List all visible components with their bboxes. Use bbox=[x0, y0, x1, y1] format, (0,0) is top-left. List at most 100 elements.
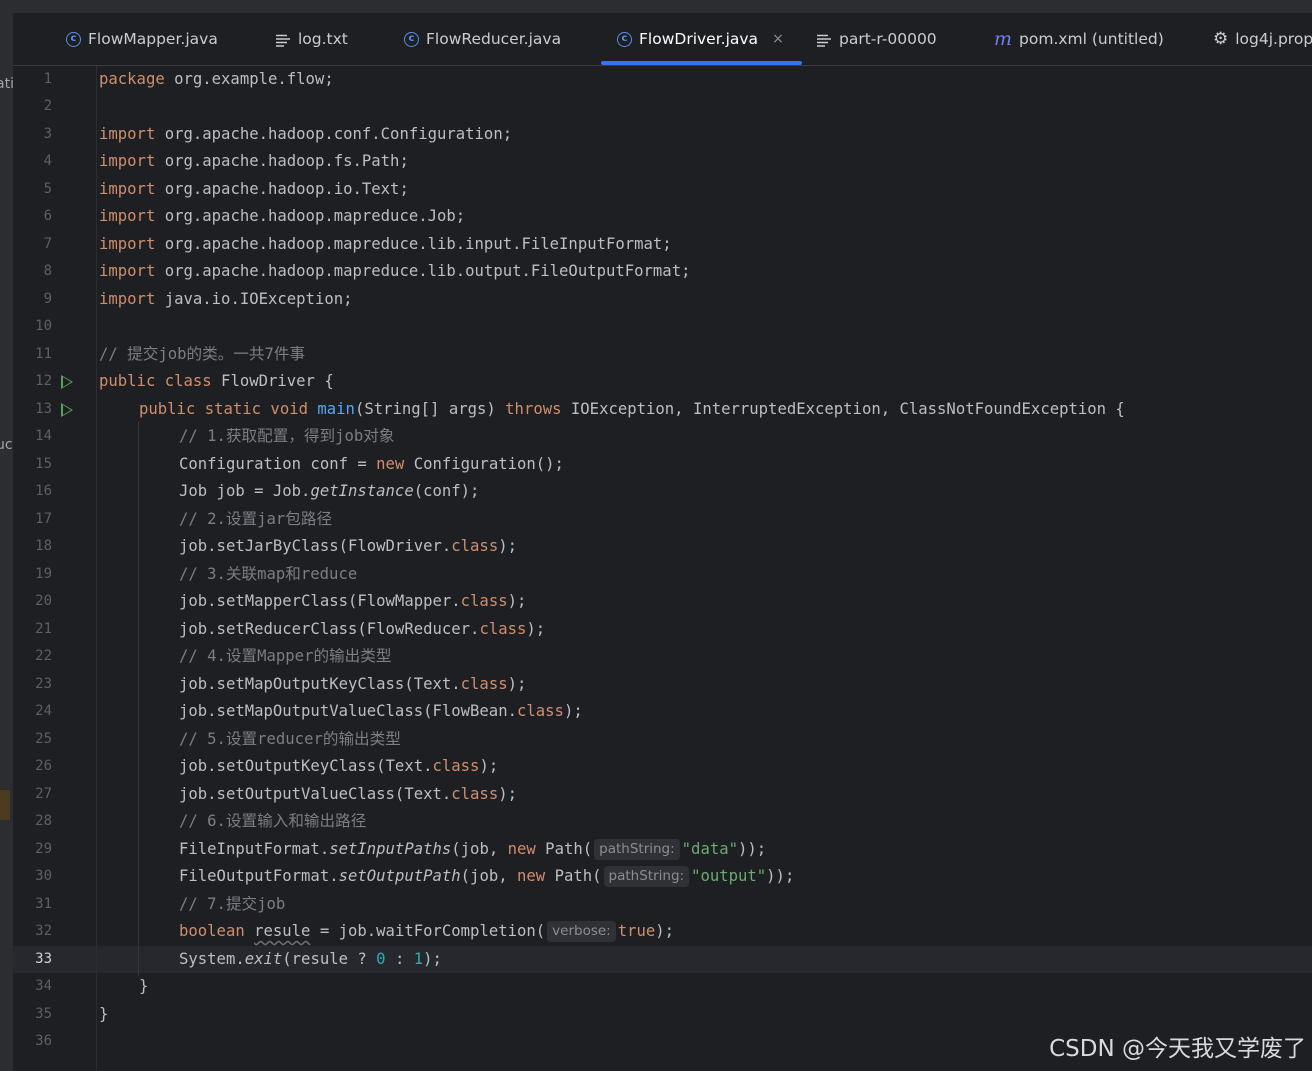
code-line-21: job.setReducerClass(FlowReducer.class); bbox=[179, 620, 546, 638]
code-line-22-comment: // 4.设置Mapper的输出类型 bbox=[179, 647, 392, 665]
tab-part-r-00000[interactable]: part-r-00000 bbox=[816, 13, 937, 65]
code-line-5: import org.apache.hadoop.io.Text; bbox=[99, 180, 409, 198]
line-number: 34 bbox=[35, 978, 52, 994]
line-number: 20 bbox=[35, 593, 52, 609]
tab-label: log.txt bbox=[298, 30, 348, 48]
line-number: 14 bbox=[35, 428, 52, 444]
line-number: 10 bbox=[35, 318, 52, 334]
line-number: 25 bbox=[35, 731, 52, 747]
code-line-6: import org.apache.hadoop.mapreduce.Job; bbox=[99, 207, 466, 225]
text-file-icon bbox=[816, 33, 832, 47]
panel-fragment-1: ati bbox=[0, 76, 13, 92]
tab-flowmapper[interactable]: c FlowMapper.java bbox=[66, 13, 218, 65]
tab-label: log4j.prop bbox=[1235, 30, 1312, 48]
code-line-32: boolean resule = job.waitForCompletion(v… bbox=[179, 921, 675, 942]
line-number: 30 bbox=[35, 868, 52, 884]
line-number: 6 bbox=[43, 208, 52, 224]
current-line-number: 33 bbox=[35, 951, 52, 967]
tab-log4j[interactable]: ⚙ log4j.prop bbox=[1213, 13, 1312, 65]
code-line-7: import org.apache.hadoop.mapreduce.lib.i… bbox=[99, 235, 672, 253]
project-panel-edge: ati uc bbox=[0, 13, 13, 1071]
run-class-icon[interactable] bbox=[61, 375, 73, 389]
gutter-separator bbox=[96, 66, 97, 1071]
line-number: 7 bbox=[43, 236, 52, 252]
code-line-14-comment: // 1.获取配置，得到job对象 bbox=[179, 427, 395, 445]
line-number: 21 bbox=[35, 621, 52, 637]
tab-flowreducer[interactable]: c FlowReducer.java bbox=[404, 13, 561, 65]
line-number: 2 bbox=[43, 98, 52, 114]
line-number: 29 bbox=[35, 841, 52, 857]
csdn-watermark: CSDN @今天我又学废了 bbox=[1049, 1036, 1306, 1062]
code-line-26: job.setOutputKeyClass(Text.class); bbox=[179, 757, 499, 775]
line-number: 36 bbox=[35, 1033, 52, 1049]
parameter-hint: verbose: bbox=[547, 921, 616, 942]
line-number: 23 bbox=[35, 676, 52, 692]
code-line-29: FileInputFormat.setInputPaths(job, new P… bbox=[179, 839, 767, 860]
java-class-icon: c bbox=[404, 31, 419, 47]
code-line-9: import java.io.IOException; bbox=[99, 290, 353, 308]
line-number: 8 bbox=[43, 263, 52, 279]
close-icon[interactable]: × bbox=[772, 31, 784, 47]
java-class-icon: c bbox=[66, 31, 81, 47]
run-main-icon[interactable] bbox=[61, 403, 73, 417]
line-number: 11 bbox=[35, 346, 52, 362]
gear-icon: ⚙ bbox=[1213, 29, 1229, 49]
line-number: 12 bbox=[35, 373, 52, 389]
line-number: 26 bbox=[35, 758, 52, 774]
code-line-4: import org.apache.hadoop.fs.Path; bbox=[99, 152, 409, 170]
tab-label: FlowReducer.java bbox=[426, 30, 562, 48]
maven-icon: m bbox=[994, 28, 1013, 50]
tab-label: part-r-00000 bbox=[839, 30, 937, 48]
code-line-11-comment: // 提交job的类。一共7件事 bbox=[99, 345, 306, 363]
code-line-35: } bbox=[99, 1005, 109, 1023]
tab-pom-xml[interactable]: m pom.xml (untitled) bbox=[994, 13, 1164, 65]
code-line-33-current: System.exit(resule ? 0 : 1); bbox=[179, 950, 442, 968]
code-line-17-comment: // 2.设置jar包路径 bbox=[179, 510, 333, 528]
tab-log-txt[interactable]: log.txt bbox=[275, 13, 348, 65]
line-number: 35 bbox=[35, 1006, 52, 1022]
code-line-16: Job job = Job.getInstance(conf); bbox=[179, 482, 480, 500]
code-line-20: job.setMapperClass(FlowMapper.class); bbox=[179, 592, 527, 610]
line-number: 4 bbox=[43, 153, 52, 169]
line-number: 5 bbox=[43, 181, 52, 197]
code-line-27: job.setOutputValueClass(Text.class); bbox=[179, 785, 517, 803]
code-line-19-comment: // 3.关联map和reduce bbox=[179, 565, 358, 583]
text-file-icon bbox=[275, 33, 291, 47]
java-class-icon: c bbox=[617, 31, 632, 47]
line-number: 9 bbox=[43, 291, 52, 307]
code-line-31-comment: // 7.提交job bbox=[179, 895, 286, 913]
line-number: 32 bbox=[35, 923, 52, 939]
line-number: 15 bbox=[35, 456, 52, 472]
parameter-hint: pathString: bbox=[603, 866, 690, 887]
typo-warning: resule bbox=[254, 922, 311, 940]
line-number: 3 bbox=[43, 126, 52, 142]
code-line-28-comment: // 6.设置输入和输出路径 bbox=[179, 812, 367, 830]
editor-tab-bar: c FlowMapper.java log.txt c FlowReducer.… bbox=[13, 13, 1312, 66]
code-line-3: import org.apache.hadoop.conf.Configurat… bbox=[99, 125, 513, 143]
code-line-25-comment: // 5.设置reducer的输出类型 bbox=[179, 730, 401, 748]
code-line-34: } bbox=[139, 977, 149, 995]
line-number: 13 bbox=[35, 401, 52, 417]
line-number: 17 bbox=[35, 511, 52, 527]
parameter-hint: pathString: bbox=[594, 839, 680, 860]
code-line-8: import org.apache.hadoop.mapreduce.lib.o… bbox=[99, 262, 691, 280]
code-line-24: job.setMapOutputValueClass(FlowBean.clas… bbox=[179, 702, 583, 720]
tab-label: FlowMapper.java bbox=[88, 30, 218, 48]
line-number: 22 bbox=[35, 648, 52, 664]
line-number: 16 bbox=[35, 483, 52, 499]
tab-label: pom.xml (untitled) bbox=[1019, 30, 1164, 48]
top-toolbar-strip bbox=[0, 0, 1312, 13]
code-line-1: package org.example.flow; bbox=[99, 70, 334, 88]
panel-selection-mark bbox=[0, 790, 10, 820]
indent-guide bbox=[138, 421, 139, 976]
line-number: 1 bbox=[43, 71, 52, 87]
tab-flowdriver[interactable]: c FlowDriver.java × bbox=[601, 13, 802, 65]
active-tab-indicator bbox=[601, 61, 802, 65]
panel-fragment-2: uc bbox=[0, 437, 13, 453]
code-line-13: public static void main(String[] args) t… bbox=[139, 400, 1125, 418]
line-number: 31 bbox=[35, 896, 52, 912]
line-number: 19 bbox=[35, 566, 52, 582]
line-number: 18 bbox=[35, 538, 52, 554]
line-number: 24 bbox=[35, 703, 52, 719]
code-line-15: Configuration conf = new Configuration()… bbox=[179, 455, 564, 473]
